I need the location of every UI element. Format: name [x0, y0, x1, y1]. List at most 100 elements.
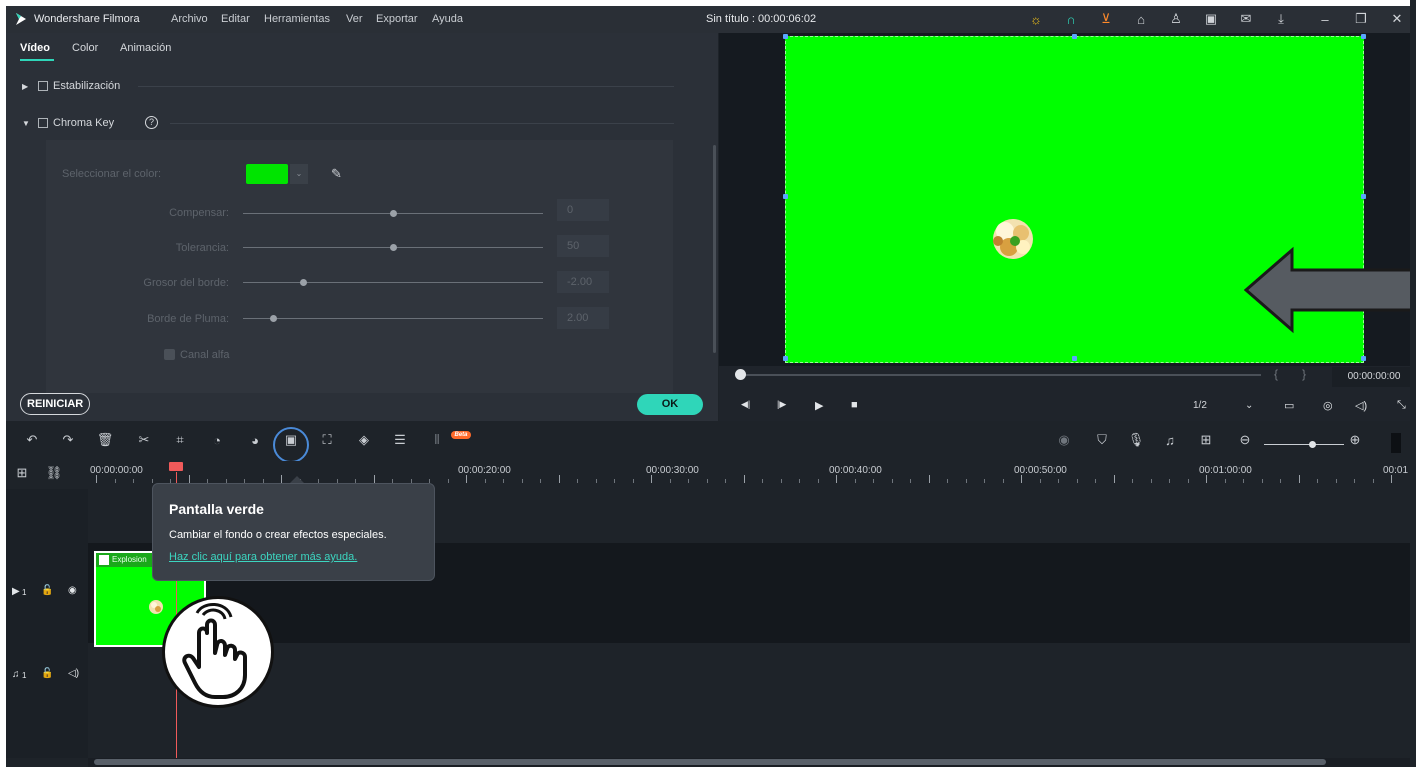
resize-handle[interactable]	[1072, 34, 1077, 39]
minimize-icon[interactable]: –	[1316, 10, 1334, 28]
mail-icon[interactable]: ✉	[1237, 10, 1255, 28]
preview-progress-knob[interactable]	[735, 369, 746, 380]
pluma-slider-knob[interactable]	[270, 315, 277, 322]
zoom-out-icon[interactable]: ⊖	[1237, 432, 1253, 448]
undo-icon[interactable]: ↶	[24, 432, 40, 448]
pluma-value[interactable]: 2.00	[557, 307, 609, 329]
ruler-tick	[1206, 475, 1207, 483]
panel-scrollbar[interactable]	[713, 145, 716, 353]
pluma-slider[interactable]	[243, 318, 543, 319]
timeline-scrollbar-thumb[interactable]	[94, 759, 1326, 765]
tab-color[interactable]: Color	[72, 42, 98, 54]
lock-icon[interactable]: 🔓	[41, 668, 53, 679]
playhead-handle[interactable]	[169, 462, 183, 471]
resize-handle[interactable]	[783, 34, 788, 39]
prev-frame-icon[interactable]: ◀|	[741, 399, 750, 410]
chroma-key-section[interactable]: ▼ Chroma Key	[22, 115, 114, 131]
marker-icon[interactable]: ⛉	[1094, 432, 1110, 448]
stabilization-checkbox[interactable]	[38, 81, 48, 91]
restore-icon[interactable]: ❐	[1352, 10, 1370, 28]
save-icon[interactable]: ▣	[1202, 10, 1220, 28]
zoom-in-icon[interactable]: ⊕	[1347, 432, 1363, 448]
render-icon[interactable]: ◉	[1056, 432, 1072, 448]
cart-icon[interactable]: ⊻	[1097, 10, 1115, 28]
grosor-value[interactable]: -2.00	[557, 271, 609, 293]
eyedropper-icon[interactable]: ✎	[331, 166, 342, 182]
collapse-arrow-icon[interactable]: ▼	[22, 119, 38, 128]
menu-herramientas[interactable]: Herramientas	[264, 13, 330, 25]
compensar-value[interactable]: 0	[557, 199, 609, 221]
menu-archivo[interactable]: Archivo	[171, 13, 208, 25]
grosor-slider-knob[interactable]	[300, 279, 307, 286]
preview-ratio-select[interactable]: 1/2 ⌄	[1181, 396, 1263, 416]
tab-animacion[interactable]: Animación	[120, 42, 171, 54]
fit-icon[interactable]: ⊞	[1198, 432, 1214, 448]
speed-icon[interactable]: ◔	[209, 432, 225, 448]
resize-handle[interactable]	[783, 194, 788, 199]
tolerancia-value[interactable]: 50	[557, 235, 609, 257]
audio-track[interactable]	[88, 643, 1416, 707]
resize-handle[interactable]	[1361, 356, 1366, 361]
next-frame-icon[interactable]: |▶	[777, 399, 786, 410]
volume-icon[interactable]: ◁)	[1355, 399, 1367, 412]
green-screen-icon[interactable]: ▣	[283, 432, 299, 448]
menu-exportar[interactable]: Exportar	[376, 13, 418, 25]
fullscreen-icon[interactable]: ⤡	[1397, 399, 1406, 412]
keyframe-icon[interactable]: ◈	[356, 432, 372, 448]
headset-icon[interactable]: ∩	[1062, 10, 1080, 28]
resize-handle[interactable]	[1072, 356, 1077, 361]
zoom-slider-knob[interactable]	[1309, 441, 1316, 448]
crop-icon[interactable]: ⌗	[172, 432, 188, 448]
resize-handle[interactable]	[1361, 34, 1366, 39]
menu-ver[interactable]: Ver	[346, 13, 363, 25]
gift-icon[interactable]: ⌂	[1132, 10, 1150, 28]
menu-editar[interactable]: Editar	[221, 13, 250, 25]
preview-progress-track[interactable]	[741, 374, 1261, 376]
link-icon[interactable]: ⛓	[46, 465, 63, 481]
cut-icon[interactable]: ✂	[136, 432, 152, 448]
tolerancia-slider-knob[interactable]	[390, 244, 397, 251]
stabilization-section[interactable]: ▶ Estabilización	[22, 78, 120, 94]
adjust-icon[interactable]: ☰	[392, 432, 408, 448]
resize-handle[interactable]	[1361, 194, 1366, 199]
resize-handle[interactable]	[783, 356, 788, 361]
grosor-slider[interactable]	[243, 282, 543, 283]
chroma-key-checkbox[interactable]	[38, 118, 48, 128]
user-icon[interactable]: ♙	[1167, 10, 1185, 28]
eye-icon[interactable]: ◉	[68, 585, 77, 596]
add-track-icon[interactable]: ⊞	[14, 465, 30, 481]
compensar-slider-knob[interactable]	[390, 210, 397, 217]
key-color-swatch[interactable]	[246, 164, 288, 184]
expand-arrow-icon[interactable]: ▶	[22, 82, 38, 91]
lock-icon[interactable]: 🔓	[41, 585, 53, 596]
empty-track[interactable]	[88, 707, 1416, 758]
stabilize-icon[interactable]: ⛶	[319, 432, 335, 448]
display-icon[interactable]: ▭	[1284, 399, 1294, 412]
download-icon[interactable]: ⤓	[1272, 10, 1290, 28]
mark-in-icon[interactable]: {	[1274, 367, 1278, 381]
redo-icon[interactable]: ↷	[60, 432, 76, 448]
mark-out-icon[interactable]: }	[1302, 367, 1306, 381]
tooltip-help-link[interactable]: Haz clic aquí para obtener más ayuda.	[169, 551, 357, 563]
voiceover-icon[interactable]: ♫	[1162, 432, 1178, 448]
play-icon[interactable]: ▶	[815, 399, 823, 412]
audio-wave-icon[interactable]: ⦀	[429, 432, 445, 448]
help-icon[interactable]: ?	[145, 116, 158, 129]
pause-icon[interactable]	[1391, 433, 1401, 453]
color-icon[interactable]: ◕	[247, 432, 263, 448]
ok-button[interactable]: OK	[637, 394, 703, 415]
tooltip-description: Cambiar el fondo o crear efectos especia…	[169, 529, 387, 541]
zoom-slider[interactable]	[1264, 444, 1344, 445]
mute-icon[interactable]: ◁)	[68, 668, 79, 679]
delete-icon[interactable]: 🗑	[97, 432, 114, 448]
menu-ayuda[interactable]: Ayuda	[432, 13, 463, 25]
bulb-icon[interactable]: ☼	[1027, 10, 1045, 28]
alpha-channel-checkbox[interactable]	[164, 349, 175, 360]
microphone-icon[interactable]: 🎙	[1128, 432, 1145, 448]
chevron-down-icon[interactable]: ⌄	[290, 164, 308, 184]
snapshot-icon[interactable]: ◎	[1323, 399, 1333, 412]
reset-button[interactable]: REINICIAR	[20, 393, 91, 415]
close-icon[interactable]: ✕	[1388, 10, 1406, 28]
tab-video[interactable]: Vídeo	[20, 42, 50, 54]
stop-icon[interactable]: ■	[851, 399, 858, 411]
